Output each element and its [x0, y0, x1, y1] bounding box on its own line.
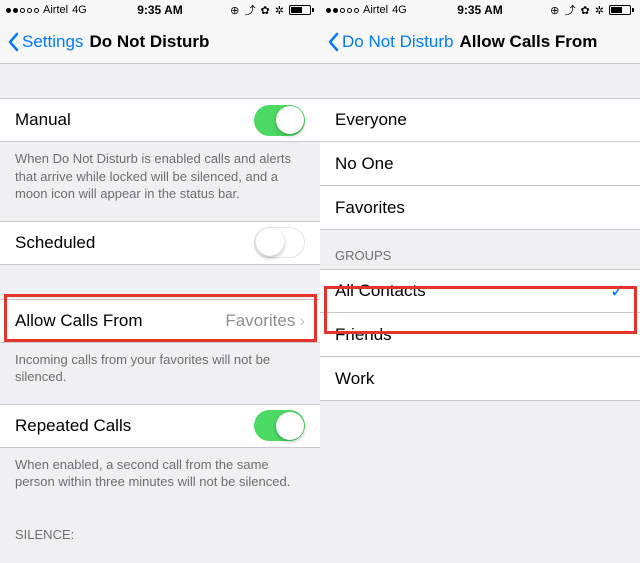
repeated-calls-row[interactable]: Repeated Calls [0, 404, 320, 448]
status-bar: Airtel 4G 9:35 AM ⊕ ⤴︎ ✿ ✲ [320, 0, 640, 20]
allow-calls-value: Favorites [225, 311, 295, 331]
settings-list: Manual When Do Not Disturb is enabled ca… [0, 64, 320, 563]
manual-toggle[interactable] [254, 105, 305, 136]
left-pane: Airtel 4G 9:35 AM ⊕ ⤴︎ ✿ ✲ Settings Do N… [0, 0, 320, 563]
battery-icon [289, 5, 314, 15]
manual-label: Manual [15, 110, 71, 130]
network-label: 4G [72, 4, 87, 16]
options-list: Everyone No One Favorites GROUPS All Con… [320, 64, 640, 563]
group-friends[interactable]: Friends [320, 313, 640, 357]
scheduled-toggle[interactable] [254, 227, 305, 258]
option-label: Everyone [335, 110, 407, 130]
option-no-one[interactable]: No One [320, 142, 640, 186]
status-icons: ⊕ ⤴︎ ✿ ✲ [230, 2, 285, 18]
group-label: Friends [335, 325, 392, 345]
carrier-label: Airtel [363, 4, 388, 16]
page-title: Do Not Disturb [89, 32, 209, 52]
allow-calls-footer: Incoming calls from your favorites will … [0, 343, 320, 404]
option-favorites[interactable]: Favorites [320, 186, 640, 230]
option-label: Favorites [335, 198, 405, 218]
status-bar: Airtel 4G 9:35 AM ⊕ ⤴︎ ✿ ✲ [0, 0, 320, 20]
manual-row[interactable]: Manual [0, 98, 320, 142]
navbar: Settings Do Not Disturb [0, 20, 320, 64]
manual-footer: When Do Not Disturb is enabled calls and… [0, 142, 320, 221]
option-label: No One [335, 154, 394, 174]
allow-calls-label: Allow Calls From [15, 311, 143, 331]
chevron-right-icon: › [299, 311, 305, 331]
carrier-label: Airtel [43, 4, 68, 16]
navbar: Do Not Disturb Allow Calls From [320, 20, 640, 64]
signal-dots-icon [6, 8, 39, 13]
signal-dots-icon [326, 8, 359, 13]
allow-calls-row[interactable]: Allow Calls From Favorites › [0, 299, 320, 343]
checkmark-icon: ✓ [610, 281, 625, 302]
group-work[interactable]: Work [320, 357, 640, 401]
groups-header: GROUPS [320, 230, 640, 269]
scheduled-row[interactable]: Scheduled [0, 221, 320, 265]
scheduled-label: Scheduled [15, 233, 95, 253]
group-label: All Contacts [335, 281, 426, 301]
group-all-contacts[interactable]: All Contacts ✓ [320, 269, 640, 313]
repeated-calls-label: Repeated Calls [15, 416, 131, 436]
page-title: Allow Calls From [459, 32, 597, 52]
clock: 9:35 AM [457, 3, 503, 17]
clock: 9:35 AM [137, 3, 183, 17]
back-button[interactable]: Settings [8, 32, 83, 52]
chevron-left-icon [8, 32, 20, 52]
chevron-left-icon [328, 32, 340, 52]
status-icons: ⊕ ⤴︎ ✿ ✲ [550, 2, 605, 18]
back-label: Settings [22, 32, 83, 52]
battery-icon [609, 5, 634, 15]
back-label: Do Not Disturb [342, 32, 453, 52]
option-everyone[interactable]: Everyone [320, 98, 640, 142]
network-label: 4G [392, 4, 407, 16]
silence-header: SILENCE: [0, 509, 320, 548]
repeated-calls-footer: When enabled, a second call from the sam… [0, 448, 320, 509]
group-label: Work [335, 369, 374, 389]
right-pane: Airtel 4G 9:35 AM ⊕ ⤴︎ ✿ ✲ Do Not Distur… [320, 0, 640, 563]
back-button[interactable]: Do Not Disturb [328, 32, 453, 52]
repeated-calls-toggle[interactable] [254, 410, 305, 441]
